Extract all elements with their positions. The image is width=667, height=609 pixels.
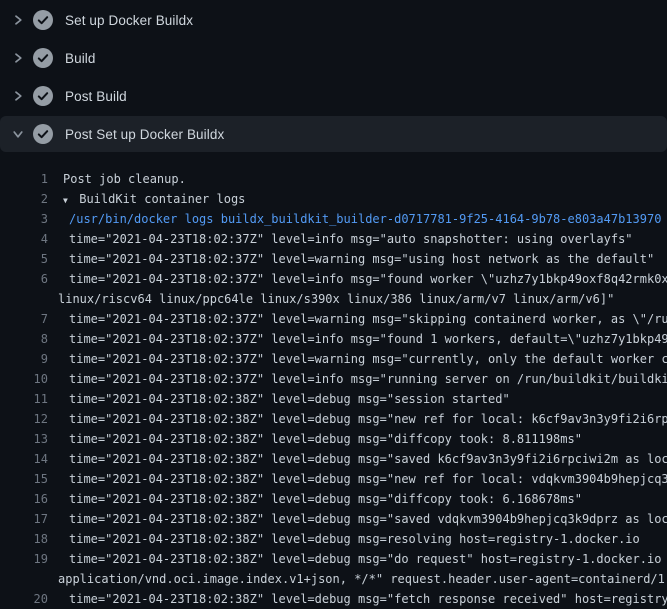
log-line-text: time="2021-04-23T18:02:37Z" level=info m… [69,329,667,349]
log-line: 4 time="2021-04-23T18:02:37Z" level=info… [0,229,667,249]
log-line-text: time="2021-04-23T18:02:38Z" level=debug … [69,409,667,429]
step-header[interactable]: Post Set up Docker Buildx [0,116,667,152]
log-line-number[interactable]: 1 [0,169,48,189]
log-line-text: ▼ BuildKit container logs [63,189,245,209]
log-line-number[interactable]: 14 [0,449,48,469]
log-line: 18 time="2021-04-23T18:02:38Z" level=deb… [0,529,667,549]
log-line-text: time="2021-04-23T18:02:38Z" level=debug … [69,429,582,449]
log-line: 16 time="2021-04-23T18:02:38Z" level=deb… [0,489,667,509]
log-group-title: BuildKit container logs [72,192,245,206]
log-line-number[interactable]: 9 [0,349,48,369]
log-line: 17 time="2021-04-23T18:02:38Z" level=deb… [0,509,667,529]
log-line-text: time="2021-04-23T18:02:38Z" level=debug … [69,389,510,409]
log-line: 14 time="2021-04-23T18:02:38Z" level=deb… [0,449,667,469]
log-line-number[interactable]: 10 [0,369,48,389]
step-header[interactable]: Set up Docker Buildx [0,2,667,38]
log-area[interactable]: 1 Post job cleanup. 2 ▼ BuildKit contain… [0,169,667,609]
log-line-text: linux/riscv64 linux/ppc64le linux/s390x … [58,289,614,309]
log-line-text: time="2021-04-23T18:02:37Z" level=info m… [69,369,667,389]
log-line: 12 time="2021-04-23T18:02:38Z" level=deb… [0,409,667,429]
chevron-icon[interactable] [11,13,25,27]
log-line-number[interactable]: 7 [0,309,48,329]
log-line-number[interactable]: 11 [0,389,48,409]
log-line-text: time="2021-04-23T18:02:37Z" level=warnin… [69,349,667,369]
log-line-number[interactable]: 2 [0,189,48,209]
step-title: Build [65,51,96,66]
log-line-number[interactable]: 8 [0,329,48,349]
log-line: 11 time="2021-04-23T18:02:38Z" level=deb… [0,389,667,409]
log-line: 15 time="2021-04-23T18:02:38Z" level=deb… [0,469,667,489]
log-line-number[interactable]: 5 [0,249,48,269]
steps-list: Set up Docker Buildx Build P [0,0,667,154]
log-line: application/vnd.oci.image.index.v1+json,… [0,569,667,589]
log-line: 10 time="2021-04-23T18:02:37Z" level=inf… [0,369,667,389]
log-line-number[interactable]: 15 [0,469,48,489]
log-line-text: time="2021-04-23T18:02:38Z" level=debug … [69,509,667,529]
log-line-text: time="2021-04-23T18:02:38Z" level=debug … [69,589,667,609]
check-circle-icon [33,124,53,144]
check-circle-icon [33,48,53,68]
log-line-number[interactable]: 19 [0,549,48,569]
log-line-number[interactable]: 6 [0,269,48,289]
log-line-text: time="2021-04-23T18:02:37Z" level=info m… [69,269,667,289]
log-line: 3 /usr/bin/docker logs buildx_buildkit_b… [0,209,667,229]
log-line-number[interactable]: 4 [0,229,48,249]
step-title: Post Set up Docker Buildx [65,127,224,142]
log-line-text: time="2021-04-23T18:02:38Z" level=debug … [69,529,640,549]
log-line-text: /usr/bin/docker logs buildx_buildkit_bui… [69,209,661,229]
log-line: linux/riscv64 linux/ppc64le linux/s390x … [0,289,667,309]
log-line-number[interactable]: 13 [0,429,48,449]
step-title: Post Build [65,89,127,104]
log-line: 2 ▼ BuildKit container logs [0,189,667,209]
chevron-icon[interactable] [11,89,25,103]
log-line-text: time="2021-04-23T18:02:38Z" level=debug … [69,449,667,469]
log-line-number[interactable]: 17 [0,509,48,529]
log-line-text: time="2021-04-23T18:02:38Z" level=debug … [69,469,667,489]
log-line-number[interactable]: 12 [0,409,48,429]
log-line: 20 time="2021-04-23T18:02:38Z" level=deb… [0,589,667,609]
log-line-number[interactable]: 3 [0,209,48,229]
log-line: 9 time="2021-04-23T18:02:37Z" level=warn… [0,349,667,369]
log-line: 5 time="2021-04-23T18:02:37Z" level=warn… [0,249,667,269]
log-line: 13 time="2021-04-23T18:02:38Z" level=deb… [0,429,667,449]
chevron-icon[interactable] [11,51,25,65]
log-line: 6 time="2021-04-23T18:02:37Z" level=info… [0,269,667,289]
log-line: 8 time="2021-04-23T18:02:37Z" level=info… [0,329,667,349]
log-line-text: time="2021-04-23T18:02:37Z" level=warnin… [69,309,667,329]
log-line-number[interactable]: 18 [0,529,48,549]
log-line-number[interactable]: 20 [0,589,48,609]
log-line-number[interactable]: 16 [0,489,48,509]
log-line-text: Post job cleanup. [63,169,186,189]
log-group-toggle-icon[interactable]: ▼ [63,191,72,209]
log-line: 7 time="2021-04-23T18:02:37Z" level=warn… [0,309,667,329]
step-header[interactable]: Build [0,40,667,76]
log-line-text: time="2021-04-23T18:02:37Z" level=warnin… [69,249,654,269]
log-line: 1 Post job cleanup. [0,169,667,189]
log-line-text: time="2021-04-23T18:02:38Z" level=debug … [69,549,667,569]
check-circle-icon [33,86,53,106]
step-header[interactable]: Post Build [0,78,667,114]
log-line-text: time="2021-04-23T18:02:38Z" level=debug … [69,489,582,509]
log-line-text: application/vnd.oci.image.index.v1+json,… [58,569,667,589]
log-line: 19 time="2021-04-23T18:02:38Z" level=deb… [0,549,667,569]
check-circle-icon [33,10,53,30]
log-line-text: time="2021-04-23T18:02:37Z" level=info m… [69,229,633,249]
chevron-icon[interactable] [11,127,25,141]
step-title: Set up Docker Buildx [65,13,193,28]
